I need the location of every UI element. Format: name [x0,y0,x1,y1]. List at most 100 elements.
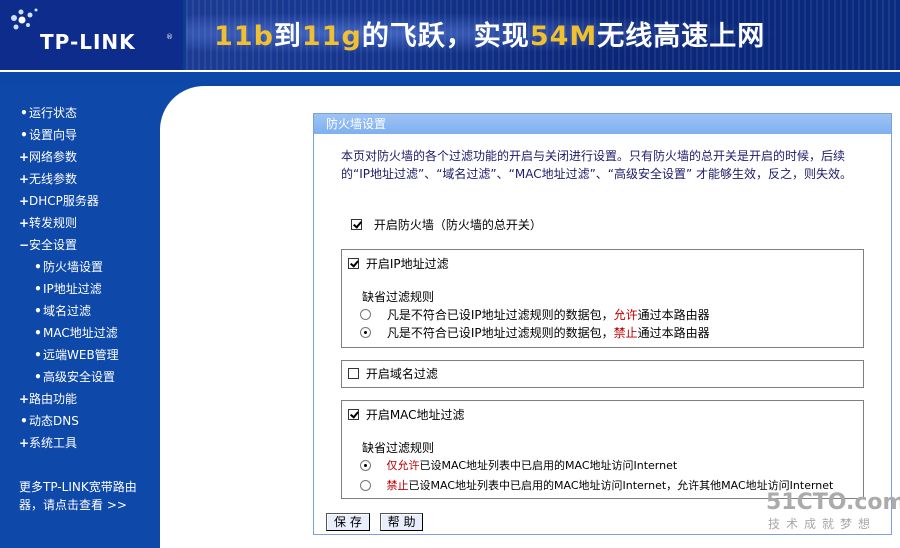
expand-icon: + [19,392,30,406]
sidebar-item-label: 系统工具 [29,436,78,450]
domain-filter-header: 开启域名过滤 [348,365,438,383]
mac-filter-checkbox[interactable] [348,409,359,420]
collapse-icon: − [19,238,30,252]
ip-rule-deny-option: 凡是不符合已设IP地址过滤规则的数据包，禁止通过本路由器 [360,324,710,342]
sidebar-item-label: 网络参数 [29,150,78,164]
sidebar-item-2[interactable]: +网络参数 [0,146,160,168]
trademark-icon: ® [166,33,173,41]
sidebar-item-13[interactable]: +路由功能 [0,388,160,410]
mac-rule-deny-option: 禁止已设MAC地址列表中已启用的MAC地址访问Internet，允许其他MAC地… [360,477,833,495]
more-products-line2: 器，请点击查看 >> [19,498,127,512]
mac-filter-header: 开启MAC地址过滤 [348,406,465,424]
panel-title: 防火墙设置 [314,114,891,134]
expand-icon: + [19,172,30,186]
ip-rule-allow-radio[interactable] [360,309,371,320]
sidebar-nav: •运行状态 •设置向导 +网络参数 +无线参数 +DHCP服务器 +转发规则 −安全设置 •防… [0,102,160,454]
master-switch-label: 开启防火墙（防火墙的总开关） [373,218,542,232]
sidebar-item-label: MAC地址过滤 [43,326,118,340]
more-products-link[interactable]: 更多TP-LINK宽带路由 器，请点击查看 >> [19,478,149,514]
watermark-logo: 51CTO.com [766,490,900,515]
bullet-icon: • [34,282,42,296]
sidebar-item-label: 路由功能 [29,392,78,406]
mac-rule-allow-option: 仅允许已设MAC地址列表中已启用的MAC地址访问Internet [360,457,677,475]
expand-icon: + [19,150,30,164]
bullet-icon: • [20,414,28,428]
slogan-part-5: 无线高速上网 [597,21,766,52]
sidebar-item-7[interactable]: •防火墙设置 [0,256,160,278]
master-switch-checkbox[interactable] [351,219,362,230]
sidebar-item-label: 运行状态 [29,106,78,120]
mac-filter-label: 开启MAC地址过滤 [365,408,465,422]
sidebar-item-label: 防火墙设置 [43,260,104,274]
ip-rule-deny-keyword: 禁止 [613,326,638,340]
ip-rule-deny-text-pre: 凡是不符合已设IP地址过滤规则的数据包， [386,326,614,340]
sidebar-item-label: 远端WEB管理 [43,348,119,362]
sidebar-item-label: 设置向导 [29,128,78,142]
expand-icon: + [19,216,30,230]
sidebar-item-8[interactable]: •IP地址过滤 [0,278,160,300]
sidebar-item-6[interactable]: −安全设置 [0,234,160,256]
domain-filter-checkbox[interactable] [348,368,359,379]
ip-rule-deny-radio[interactable] [360,327,371,338]
mac-filter-group: 开启MAC地址过滤 缺省过滤规则 仅允许已设MAC地址列表中已启用的MAC地址访… [341,400,864,499]
watermark: 51CTO.com 技术成就梦想 [766,490,900,542]
sidebar-item-11[interactable]: •远端WEB管理 [0,344,160,366]
mac-rule-deny-radio[interactable] [360,479,371,491]
sidebar-item-label: 无线参数 [29,172,78,186]
sidebar-item-12[interactable]: •高级安全设置 [0,366,160,388]
mac-rule-label: 缺省过滤规则 [362,441,435,455]
sidebar-item-15[interactable]: +系统工具 [0,432,160,454]
mac-rule-deny-keyword: 禁止 [386,479,409,492]
bullet-icon: • [34,260,42,274]
sidebar-item-label: 安全设置 [29,238,78,252]
sidebar-item-10[interactable]: •MAC地址过滤 [0,322,160,344]
ip-filter-header: 开启IP地址过滤 [348,255,449,273]
panel-description: 本页对防火墙的各个过滤功能的开启与关闭进行设置。只有防火墙的总开关是开启的时候，… [341,149,853,181]
ip-filter-group: 开启IP地址过滤 缺省过滤规则 凡是不符合已设IP地址过滤规则的数据包，允许通过… [341,249,864,348]
sidebar-item-label: 转发规则 [29,216,78,230]
bullet-icon: • [34,348,42,362]
help-button[interactable]: 帮 助 [379,513,424,531]
mac-rule-allow-radio[interactable] [360,459,371,471]
bullet-icon: • [20,128,28,142]
sidebar-item-label: DHCP服务器 [29,194,99,208]
sidebar-item-14[interactable]: •动态DNS [0,410,160,432]
slogan-part-4: 54M [529,21,598,52]
sidebar-item-3[interactable]: +无线参数 [0,168,160,190]
sidebar-item-label: IP地址过滤 [43,282,102,296]
ip-rule-allow-text-post: 通过本路由器 [637,308,710,322]
banner: 11b到11g的飞跃，实现54M无线高速上网 [186,0,900,70]
expand-icon: + [19,436,30,450]
watermark-slogan: 技术成就梦想 [768,517,877,531]
save-button[interactable]: 保 存 [326,513,370,531]
ip-rule-allow-text-pre: 凡是不符合已设IP地址过滤规则的数据包， [386,308,614,322]
logo-area: TP-LINK ® [0,0,183,70]
sidebar-item-5[interactable]: +转发规则 [0,212,160,234]
bullet-icon: • [34,370,42,384]
sidebar-item-1[interactable]: •设置向导 [0,124,160,146]
button-row: 保 存 帮 助 [326,513,429,531]
domain-filter-label: 开启域名过滤 [365,367,438,381]
bullet-icon: • [34,326,42,340]
tp-link-logo: TP-LINK [40,30,136,54]
slogan-part-0: 11b [214,21,274,52]
mac-rule-allow-text: 已设MAC地址列表中已启用的MAC地址访问Internet [419,459,678,472]
more-products-line1: 更多TP-LINK宽带路由 [19,480,137,494]
ip-rule-deny-text-post: 通过本路由器 [637,326,710,340]
ip-filter-label: 开启IP地址过滤 [365,257,449,271]
sidebar-item-4[interactable]: +DHCP服务器 [0,190,160,212]
domain-filter-group: 开启域名过滤 [341,360,864,388]
master-switch-row: 开启防火墙（防火墙的总开关） [351,215,542,235]
ip-rule-label: 缺省过滤规则 [362,290,435,304]
ip-filter-checkbox[interactable] [348,258,359,269]
sidebar-item-0[interactable]: •运行状态 [0,102,160,124]
sidebar-item-label: 域名过滤 [43,304,92,318]
bullet-icon: • [20,106,28,120]
blue-band [0,72,900,86]
slogan-part-2: 11g [301,21,362,52]
bullet-icon: • [34,304,42,318]
banner-slogan: 11b到11g的飞跃，实现54M无线高速上网 [214,14,765,53]
slogan-part-3: 的飞跃，实现 [361,21,530,52]
sidebar-item-9[interactable]: •域名过滤 [0,300,160,322]
header: TP-LINK ® 11b到11g的飞跃，实现54M无线高速上网 [0,0,900,70]
